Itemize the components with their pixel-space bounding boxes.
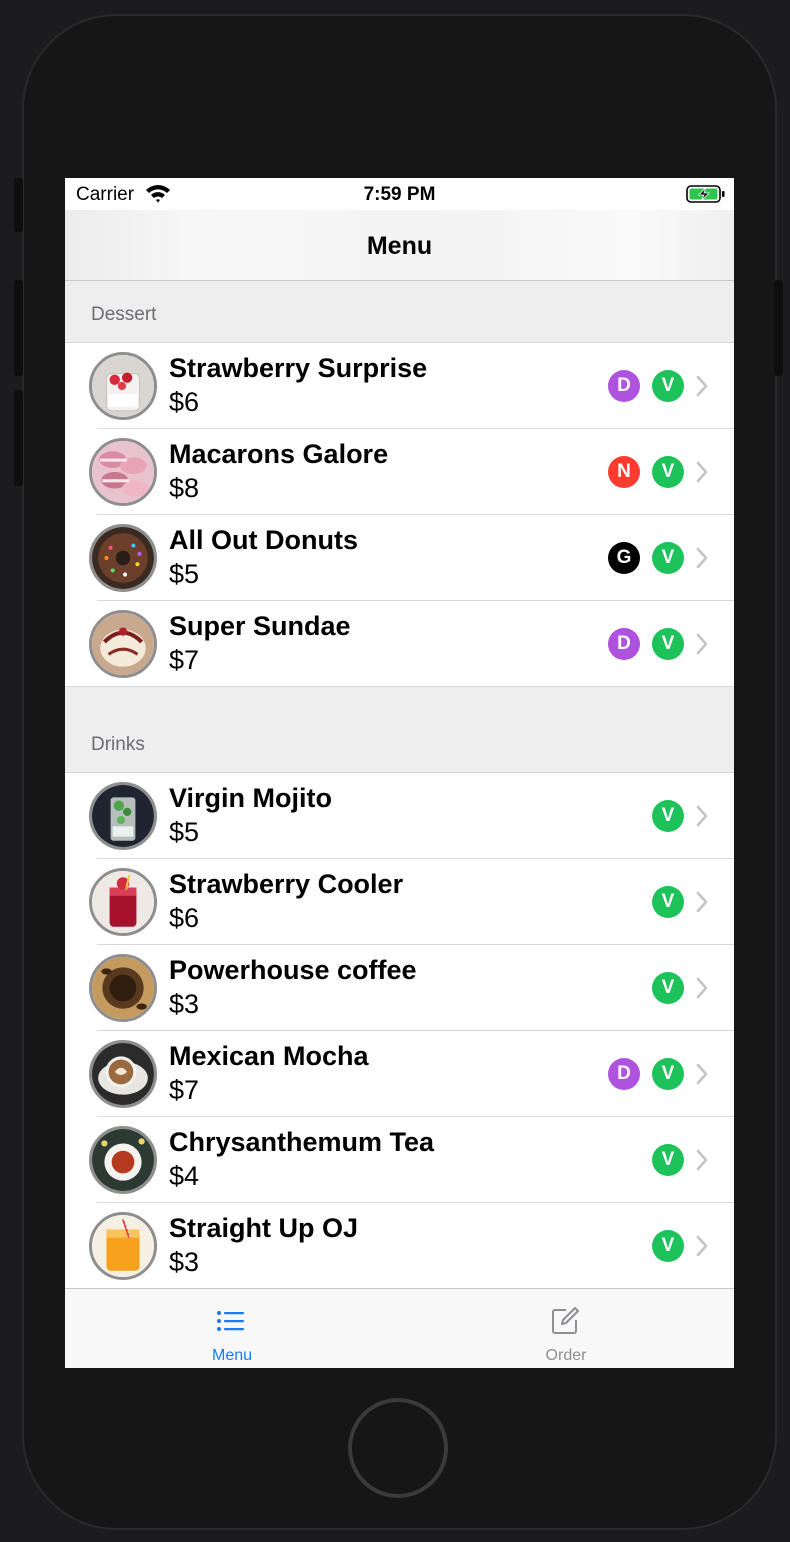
dietary-badge: D (608, 370, 640, 402)
dietary-badge: V (652, 370, 684, 402)
item-name: Strawberry Surprise (169, 353, 428, 383)
mute-switch (14, 178, 23, 232)
dietary-badge: V (652, 542, 684, 574)
item-name: Mexican Mocha (169, 1041, 369, 1071)
item-thumbnail (89, 782, 157, 850)
chevron-right-icon (696, 633, 708, 655)
home-button[interactable] (348, 1398, 448, 1498)
item-thumbnail (89, 868, 157, 936)
item-name: Chrysanthemum Tea (169, 1127, 435, 1157)
dietary-badge: V (652, 972, 684, 1004)
item-name: All Out Donuts (169, 525, 358, 555)
item-price: $8 (169, 473, 200, 503)
menu-item-row[interactable]: Strawberry Cooler $6 V (65, 859, 734, 945)
dietary-badge: D (608, 1058, 640, 1090)
item-name: Strawberry Cooler (169, 869, 404, 899)
app-screen: Carrier 7:59 PM Menu Dessert Strawberry S… (65, 178, 734, 1368)
dietary-badge: V (652, 456, 684, 488)
item-price: $5 (169, 817, 200, 847)
item-name: Virgin Mojito (169, 783, 332, 813)
item-price: $3 (169, 1247, 200, 1277)
item-price: $6 (169, 387, 200, 417)
tab-label-menu: Menu (211, 1347, 253, 1364)
section-header: Dessert (65, 281, 734, 343)
dietary-badge: D (608, 628, 640, 660)
item-price: $7 (169, 1075, 200, 1105)
item-price: $4 (169, 1161, 200, 1191)
battery-charging-icon (686, 185, 725, 203)
power-button (774, 280, 783, 376)
item-name: Macarons Galore (169, 439, 389, 469)
compose-icon (552, 1307, 579, 1334)
menu-item-row[interactable]: Powerhouse coffee $3 V (65, 945, 734, 1031)
menu-item-row[interactable]: Chrysanthemum Tea $4 V (65, 1117, 734, 1203)
item-thumbnail (89, 954, 157, 1022)
dietary-badge: V (652, 1230, 684, 1262)
item-name: Straight Up OJ (169, 1213, 359, 1243)
item-thumbnail (89, 524, 157, 592)
item-price: $6 (169, 903, 200, 933)
dietary-badge: V (652, 886, 684, 918)
dietary-badge: V (652, 1058, 684, 1090)
chevron-right-icon (696, 1149, 708, 1171)
chevron-right-icon (696, 1063, 708, 1085)
item-price: $7 (169, 645, 200, 675)
tab-order[interactable]: Order (399, 1289, 733, 1368)
item-name: Super Sundae (169, 611, 351, 641)
item-thumbnail (89, 1126, 157, 1194)
page-title: Menu (366, 232, 433, 260)
item-name: Powerhouse coffee (169, 955, 417, 985)
chevron-right-icon (696, 375, 708, 397)
item-thumbnail (89, 1212, 157, 1280)
clock: 7:59 PM (363, 184, 436, 205)
section-header: Drinks (65, 687, 734, 773)
item-thumbnail (89, 352, 157, 420)
chevron-right-icon (696, 891, 708, 913)
chevron-right-icon (696, 461, 708, 483)
dietary-badge: V (652, 628, 684, 660)
menu-item-row[interactable]: Virgin Mojito $5 V (65, 773, 734, 859)
item-price: $3 (169, 989, 200, 1019)
menu-item-row[interactable]: Macarons Galore $8 N V (65, 429, 734, 515)
section-title: Drinks (91, 734, 145, 755)
menu-item-row[interactable]: Straight Up OJ $3 V (65, 1203, 734, 1289)
dietary-badge: V (652, 800, 684, 832)
menu-item-row[interactable]: Strawberry Surprise $6 D V (65, 343, 734, 429)
tab-menu[interactable]: Menu (65, 1289, 399, 1368)
list-icon (217, 1311, 244, 1331)
menu-item-row[interactable]: Super Sundae $7 D V (65, 601, 734, 687)
item-price: $5 (169, 559, 200, 589)
menu-item-row[interactable]: All Out Donuts $5 G V (65, 515, 734, 601)
dietary-badge: V (652, 1144, 684, 1176)
item-thumbnail (89, 438, 157, 506)
chevron-right-icon (696, 1235, 708, 1257)
dietary-badge: G (608, 542, 640, 574)
chevron-right-icon (696, 547, 708, 569)
dietary-badge: N (608, 456, 640, 488)
tab-bar: Menu Order (65, 1288, 734, 1368)
item-thumbnail (89, 610, 157, 678)
menu-item-row[interactable]: Mexican Mocha $7 D V (65, 1031, 734, 1117)
volume-up-button (14, 280, 23, 376)
status-bar: Carrier 7:59 PM (65, 178, 734, 210)
navigation-bar: Menu (65, 210, 734, 281)
chevron-right-icon (696, 805, 708, 827)
tab-label-order: Order (545, 1347, 587, 1364)
section-title: Dessert (91, 304, 157, 325)
chevron-right-icon (696, 977, 708, 999)
item-thumbnail (89, 1040, 157, 1108)
volume-down-button (14, 390, 23, 486)
